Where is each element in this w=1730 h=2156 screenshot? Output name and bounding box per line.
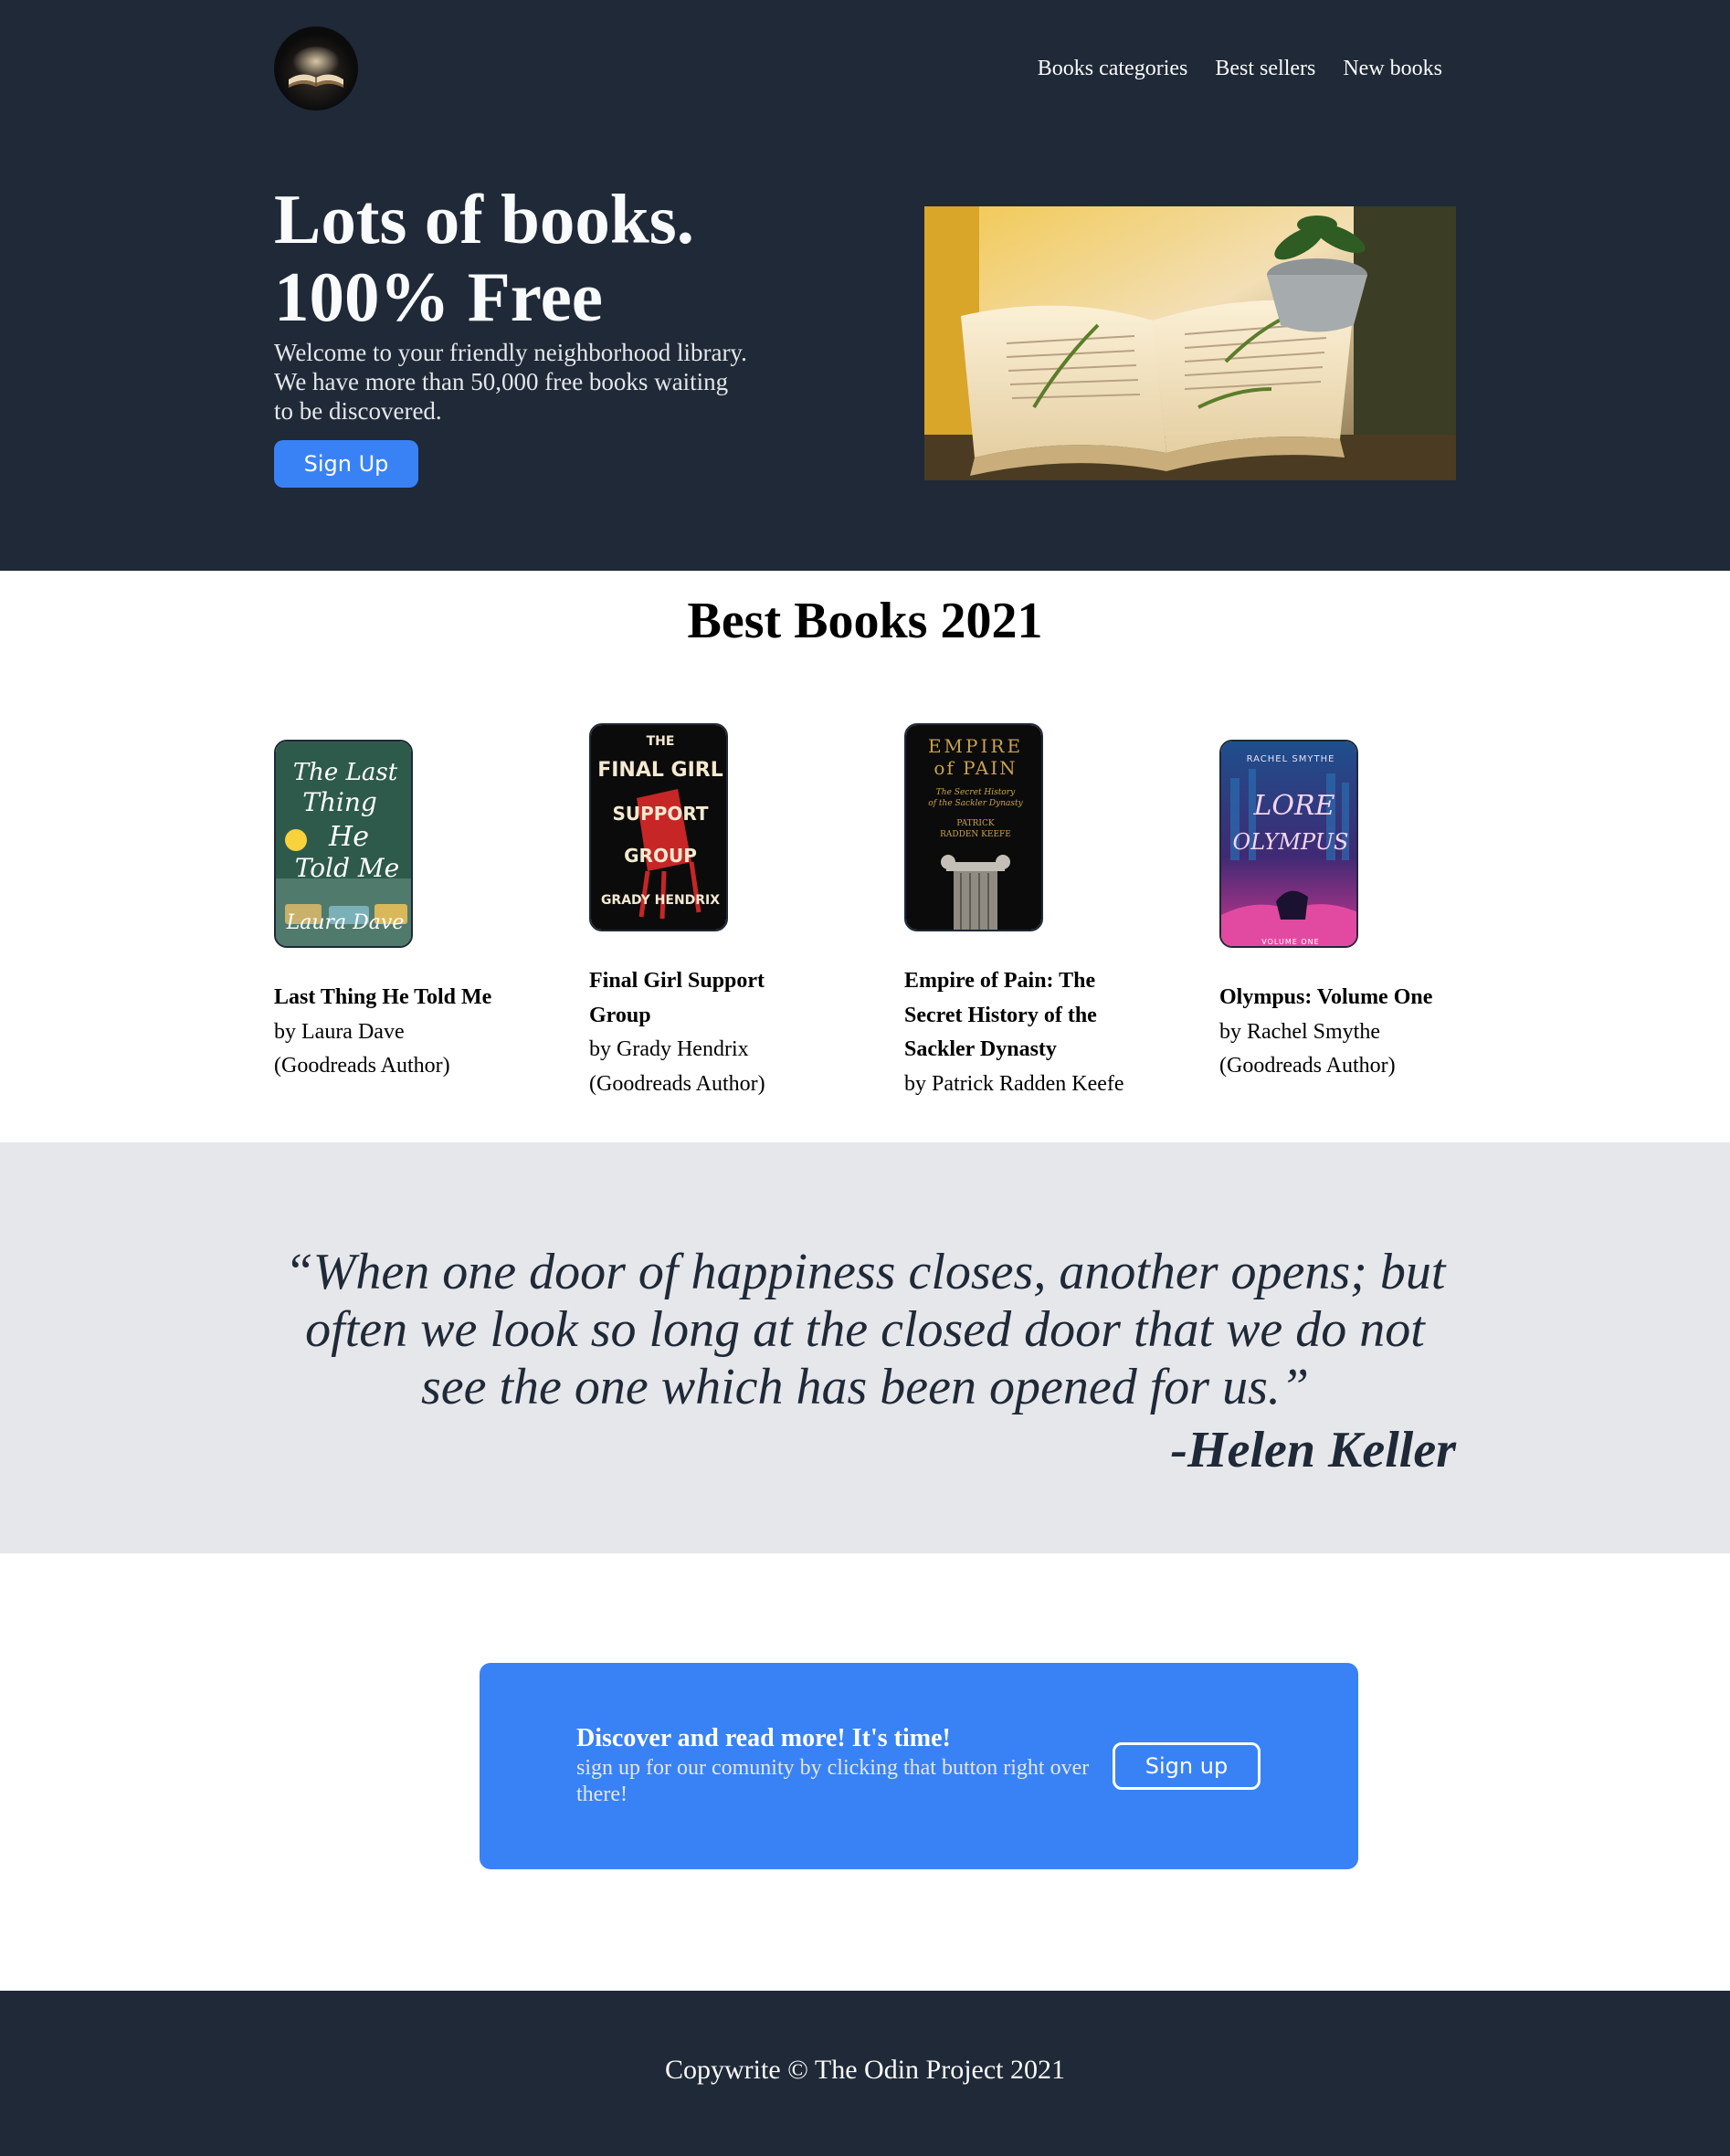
cover-text-3: He <box>328 821 369 853</box>
book-info: Last Thing He Told Me by Laura Dave (Goo… <box>274 981 512 1084</box>
book-author-note: (Goodreads Author) <box>274 1054 450 1078</box>
cover-author: GRADY HENDRIX <box>601 893 720 908</box>
nav-new-books[interactable]: New books <box>1343 57 1442 81</box>
main-nav: Books categories Best sellers New books <box>1038 57 1442 81</box>
nav-books-categories[interactable]: Books categories <box>1038 57 1188 81</box>
book-title[interactable]: Final Girl Support Group <box>589 964 827 1033</box>
book-author: by Grady Hendrix <box>589 1037 749 1061</box>
cover-text-2: Thing <box>302 787 377 817</box>
hero-description: Welcome to your friendly neighborhood li… <box>274 339 747 425</box>
book-card[interactable]: THE FINAL GIRL SUPPORT GROUP GRADY HENDR… <box>589 723 827 1101</box>
quote-author: -Helen Keller <box>1170 1422 1456 1478</box>
cover-author: Laura Dave <box>286 911 405 934</box>
cover-text-1: EMPIRE <box>928 735 1023 757</box>
cover-text-3: VOLUME ONE <box>1261 938 1319 946</box>
nav-best-sellers[interactable]: Best sellers <box>1215 57 1315 81</box>
book-cover-image[interactable]: RACHEL SMYTHE LORE OLYMPUS VOLUME ONE <box>1219 740 1358 948</box>
hero-title-line-2: 100% Free <box>274 258 603 336</box>
book-card[interactable]: The Last Thing He Told Me Laura Dave Las… <box>274 740 512 1084</box>
cta-heading: Discover and read more! It's time! <box>576 1724 951 1752</box>
hero-section: Books categories Best sellers New books … <box>0 0 1730 571</box>
book-author-note: (Goodreads Author) <box>1219 1054 1396 1078</box>
cta-box: Discover and read more! It's time! sign … <box>480 1663 1358 1869</box>
hero-sign-up-button[interactable]: Sign Up <box>274 440 418 488</box>
book-author: by Rachel Smythe <box>1219 1019 1380 1044</box>
cover-text-1: The Last <box>293 759 398 786</box>
book-info: Empire of Pain: The Secret History of th… <box>904 964 1142 1101</box>
book-cover-image[interactable]: THE FINAL GIRL SUPPORT GROUP GRADY HENDR… <box>589 723 728 931</box>
footer-copyright: Copywrite © The Odin Project 2021 <box>664 2055 1066 2085</box>
book-info: Olympus: Volume One by Rachel Smythe (Go… <box>1219 981 1457 1084</box>
book-title[interactable]: Last Thing He Told Me <box>274 981 512 1015</box>
cover-text-4: Told Me <box>295 853 399 883</box>
cover-text-3: SUPPORT <box>612 803 708 825</box>
hero-open-book-image <box>924 206 1456 480</box>
book-title[interactable]: Olympus: Volume One <box>1219 981 1457 1015</box>
book-author: by Laura Dave <box>274 1019 405 1044</box>
book-logo-icon[interactable] <box>274 26 358 110</box>
book-author: by Patrick Radden Keefe <box>904 1071 1124 1096</box>
cover-author-2: RADDEN KEEFE <box>940 830 1011 839</box>
cover-text-4: GROUP <box>624 845 697 867</box>
cover-text-2: FINAL GIRL <box>597 759 723 782</box>
cover-author-1: PATRICK <box>956 819 994 828</box>
cta-sign-up-button[interactable]: Sign up <box>1113 1742 1261 1790</box>
book-author-note: (Goodreads Author) <box>589 1071 765 1096</box>
book-card[interactable]: EMPIRE of PAIN The Secret History of the… <box>904 723 1142 1101</box>
cover-text-1: LORE <box>1252 790 1334 822</box>
cta-subtext: sign up for our comunity by clicking tha… <box>576 1756 1090 1806</box>
book-info: Final Girl Support Group by Grady Hendri… <box>589 964 827 1101</box>
hero-title: Lots of books. 100% Free <box>274 181 786 336</box>
cover-author: RACHEL SMYTHE <box>1247 754 1335 764</box>
book-cover-image[interactable]: EMPIRE of PAIN The Secret History of the… <box>904 723 1043 931</box>
footer: Copywrite © The Odin Project 2021 <box>0 1991 1730 2156</box>
cover-text-2: of PAIN <box>934 757 1017 779</box>
cover-text-2: OLYMPUS <box>1233 829 1349 855</box>
cover-text-1: THE <box>647 734 675 749</box>
best-books-title: Best Books 2021 <box>687 593 1043 649</box>
quote-text: “When one door of happiness closes, anot… <box>284 1244 1446 1415</box>
hero-title-line-1: Lots of books. <box>274 180 694 258</box>
book-cover-image[interactable]: The Last Thing He Told Me Laura Dave <box>274 740 413 948</box>
cover-text-4: of the Sackler Dynasty <box>928 799 1023 808</box>
book-card[interactable]: RACHEL SMYTHE LORE OLYMPUS VOLUME ONE Ol… <box>1219 740 1457 1084</box>
cover-text-3: The Secret History <box>936 788 1016 797</box>
book-title[interactable]: Empire of Pain: The Secret History of th… <box>904 964 1142 1067</box>
